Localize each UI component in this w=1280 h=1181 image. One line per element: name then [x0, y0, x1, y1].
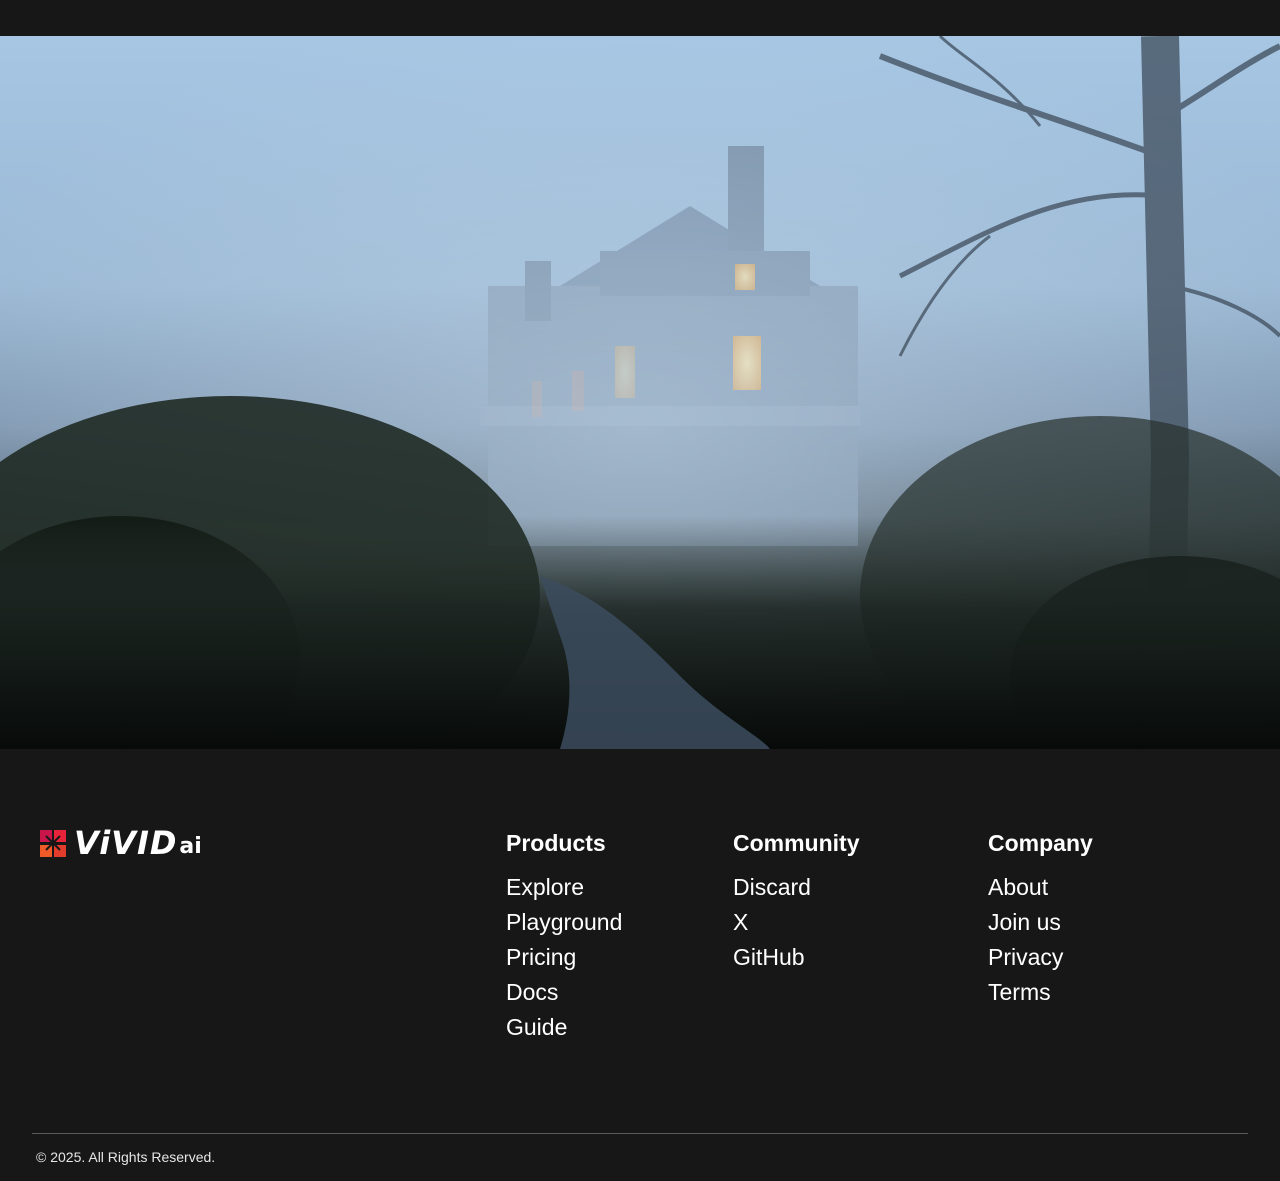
footer-link-pricing[interactable]: Pricing — [506, 940, 622, 975]
footer-link-privacy[interactable]: Privacy — [988, 940, 1093, 975]
footer-heading-company: Company — [988, 830, 1093, 856]
hero-image — [0, 36, 1280, 749]
footer-link-github[interactable]: GitHub — [733, 940, 860, 975]
footer-link-guide[interactable]: Guide — [506, 1010, 622, 1045]
footer-link-x[interactable]: X — [733, 905, 860, 940]
footer-link-discard[interactable]: Discard — [733, 870, 860, 905]
footer-column-community: Community Discard X GitHub — [733, 827, 860, 975]
footer-link-playground[interactable]: Playground — [506, 905, 622, 940]
footer-link-terms[interactable]: Terms — [988, 975, 1093, 1010]
footer-column-products: Products Explore Playground Pricing Docs… — [506, 827, 622, 1045]
brand-logo[interactable]: ViVID ai — [40, 827, 202, 859]
site-footer: ViVID ai Products Explore Playground Pri… — [0, 749, 1280, 1181]
brand-suffix: ai — [179, 834, 202, 859]
foggy-mansion-illustration — [0, 36, 1280, 749]
footer-link-about[interactable]: About — [988, 870, 1093, 905]
page: ViVID ai Products Explore Playground Pri… — [0, 0, 1280, 1181]
top-bar — [0, 0, 1280, 36]
footer-column-company: Company About Join us Privacy Terms — [988, 827, 1093, 1010]
footer-link-explore[interactable]: Explore — [506, 870, 622, 905]
footer-heading-products: Products — [506, 830, 606, 856]
footer-link-docs[interactable]: Docs — [506, 975, 622, 1010]
copyright-text: © 2025. All Rights Reserved. — [36, 1149, 216, 1165]
footer-link-join-us[interactable]: Join us — [988, 905, 1093, 940]
brand-wordmark: ViVID — [74, 824, 178, 862]
footer-divider — [32, 1133, 1248, 1134]
logo-mark-icon — [40, 829, 66, 857]
footer-heading-community: Community — [733, 830, 860, 856]
